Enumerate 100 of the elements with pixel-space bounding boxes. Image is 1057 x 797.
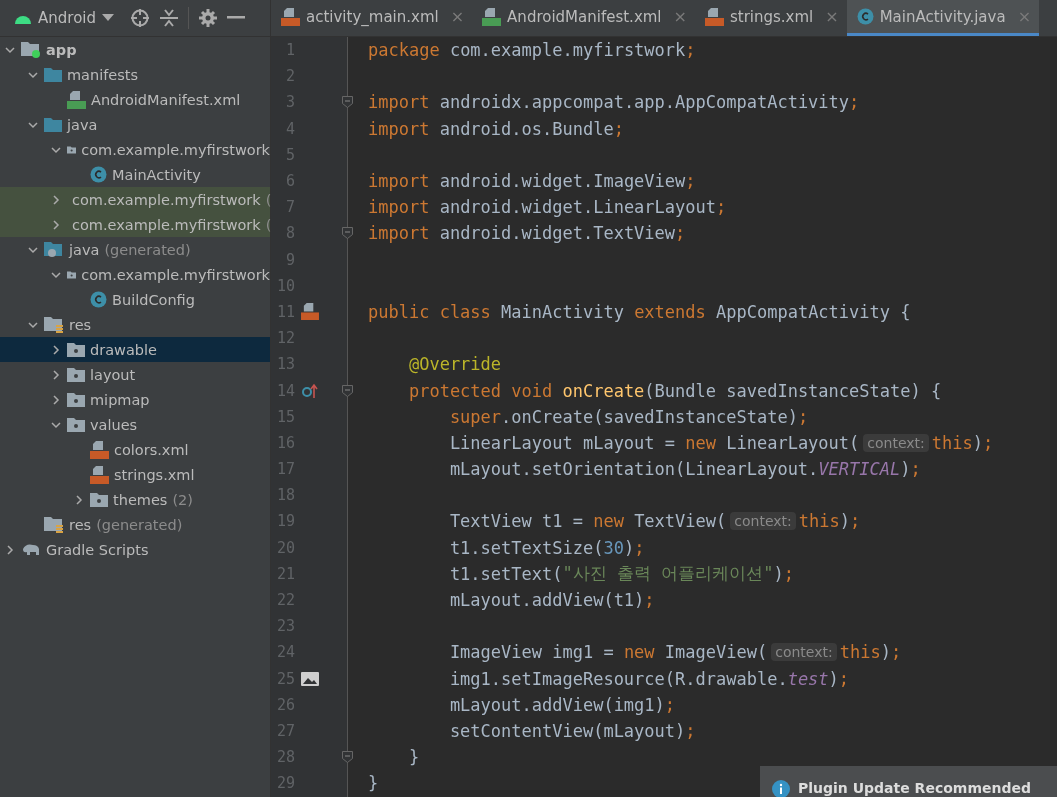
- tree-item[interactable]: strings.xml: [0, 462, 270, 487]
- item-label: themes: [113, 491, 168, 508]
- code-line: TextView t1 = new TextView( context: this);: [448, 511, 861, 532]
- code-line: t1.setText("사진 출력 어플리케이션");: [448, 562, 794, 586]
- tree-item[interactable]: drawable: [0, 337, 270, 362]
- tree-item[interactable]: java (generated): [0, 237, 270, 262]
- tree-item[interactable]: MainActivity: [0, 162, 270, 187]
- code-line: package com.example.myfirstwork;: [368, 40, 696, 61]
- code-line: mLayout.addView(t1);: [448, 590, 655, 611]
- tree-item[interactable]: themes (2): [0, 487, 270, 512]
- tree-item[interactable]: layout: [0, 362, 270, 387]
- tree-item[interactable]: java: [0, 112, 270, 137]
- tree-item[interactable]: values: [0, 412, 270, 437]
- code-line: import android.widget.TextView;: [368, 223, 686, 244]
- item-label: strings.xml: [114, 466, 195, 483]
- item-label: MainActivity: [112, 166, 201, 183]
- elephant-icon: [21, 542, 41, 557]
- chevron-right-icon[interactable]: [50, 368, 62, 381]
- tree-item[interactable]: com.example.myfirstwork (: [0, 212, 270, 237]
- notification-balloon[interactable]: Plugin Update Recommended: [760, 766, 1057, 797]
- code-line: setContentView(mLayout);: [448, 720, 696, 741]
- code-line: import android.widget.ImageView;: [368, 171, 696, 192]
- module-folder-icon: [21, 41, 41, 58]
- code-line: super.onCreate(savedInstanceState);: [448, 406, 809, 427]
- item-label: BuildConfig: [112, 291, 195, 308]
- xml-file-icon: [90, 465, 109, 484]
- code-line: img1.setImageResource(R.drawable.test);: [448, 668, 850, 689]
- item-label: colors.xml: [114, 441, 189, 458]
- chevron-right-icon[interactable]: [50, 343, 62, 356]
- chevron-right-icon[interactable]: [50, 393, 62, 406]
- item-label: values: [90, 416, 138, 433]
- folder-icon: [44, 67, 62, 82]
- package-folder-icon: [67, 392, 85, 407]
- item-label: drawable: [90, 341, 157, 358]
- tree-item[interactable]: com.example.myfirstwork (: [0, 187, 270, 212]
- code-line: public class MainActivity extends AppCompatActivity {: [368, 301, 911, 322]
- manifest-file-icon: [67, 90, 86, 109]
- fold-icon[interactable]: [342, 96, 353, 109]
- item-note: (2): [172, 491, 193, 508]
- tree-item[interactable]: com.example.myfirstwork: [0, 137, 270, 162]
- item-label: mipmap: [90, 391, 150, 408]
- item-label: app: [46, 41, 77, 58]
- code-line: ImageView img1 = new ImageView( context: this);: [448, 642, 902, 663]
- xml-file-icon: [90, 440, 109, 459]
- tree-item[interactable]: Gradle Scripts: [0, 537, 270, 562]
- xml-file-icon: [704, 7, 724, 26]
- chevron-right-icon[interactable]: [73, 493, 85, 506]
- tree-item[interactable]: AndroidManifest.xml: [0, 87, 270, 112]
- chevron-right-icon[interactable]: [4, 543, 16, 556]
- editor-tab[interactable]: MainActivity.java ×: [846, 0, 1040, 36]
- locate-button[interactable]: [130, 8, 150, 28]
- code-line: mLayout.addView(img1);: [448, 694, 676, 715]
- item-label: res: [69, 516, 92, 533]
- code-line: t1.setTextSize(30);: [448, 537, 645, 558]
- fold-icon[interactable]: [342, 227, 353, 240]
- item-label: AndroidManifest.xml: [91, 91, 241, 108]
- xml-file-icon: [281, 7, 300, 26]
- minimize-button[interactable]: [227, 16, 245, 20]
- package-folder-icon: [67, 417, 85, 432]
- item-label: com.example.myfirstwork: [72, 216, 261, 233]
- code-line: import android.widget.LinearLayout;: [368, 197, 727, 218]
- tree-item[interactable]: app: [0, 37, 270, 62]
- fold-icon[interactable]: [342, 384, 353, 397]
- editor-tab[interactable]: activity_main.xml ×: [271, 0, 473, 36]
- tree-item[interactable]: res: [0, 312, 270, 337]
- editor-tab[interactable]: strings.xml ×: [694, 0, 847, 36]
- override-icon[interactable]: [301, 382, 319, 399]
- item-note: (generated): [104, 241, 191, 258]
- tree-item[interactable]: BuildConfig: [0, 287, 270, 312]
- tree-item[interactable]: colors.xml: [0, 437, 270, 462]
- class-icon: [856, 8, 874, 25]
- collapse-all-button[interactable]: [160, 8, 178, 28]
- info-icon: [772, 780, 790, 797]
- tree-item[interactable]: mipmap: [0, 387, 270, 412]
- fold-icon[interactable]: [342, 751, 353, 764]
- chevron-right-icon[interactable]: [50, 218, 62, 231]
- folder-icon: [44, 117, 62, 132]
- tree-item[interactable]: manifests: [0, 62, 270, 87]
- code-line: @Override: [407, 354, 502, 375]
- xml-file-icon[interactable]: [301, 303, 319, 321]
- editor-tab[interactable]: AndroidManifest.xml ×: [472, 0, 695, 36]
- chevron-right-icon[interactable]: [50, 193, 62, 206]
- class-icon: [90, 291, 107, 308]
- settings-button[interactable]: [199, 9, 217, 27]
- item-label: java: [67, 116, 98, 133]
- package-folder-icon: [67, 367, 85, 382]
- item-label: res: [69, 316, 92, 333]
- code-line: import androidx.appcompat.app.AppCompatActivity;: [368, 92, 860, 113]
- project-view-dropdown[interactable]: Android: [14, 9, 114, 27]
- tree-item[interactable]: res (generated): [0, 512, 270, 537]
- item-note: (: [265, 216, 272, 233]
- code-line: }: [407, 747, 420, 768]
- code-line: LinearLayout mLayout = new LinearLayout( context: this);: [448, 432, 994, 453]
- code-line: }: [368, 773, 379, 794]
- item-label: com.example.myfirstwork: [72, 191, 261, 208]
- item-label: Gradle Scripts: [46, 541, 149, 558]
- tree-item[interactable]: com.example.myfirstwork: [0, 262, 270, 287]
- image-icon[interactable]: [301, 671, 319, 686]
- class-icon: [90, 166, 107, 183]
- item-note: (: [265, 191, 272, 208]
